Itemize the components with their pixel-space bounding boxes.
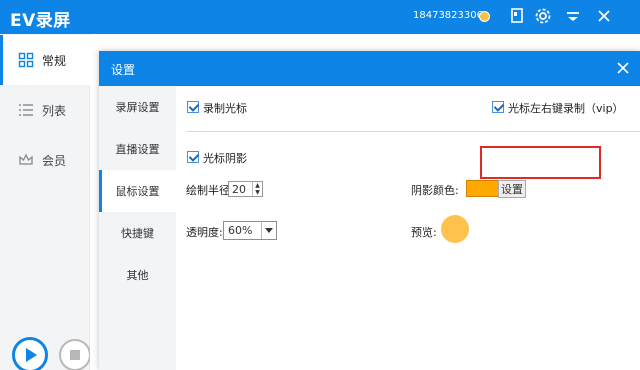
sidebar-item-label: 常规: [42, 53, 67, 68]
record-play-button[interactable]: [12, 337, 48, 370]
preview-label: 预览:: [411, 226, 437, 239]
record-clicks-checkbox[interactable]: [492, 101, 504, 113]
tab-record-settings[interactable]: 录屏设置: [99, 86, 176, 128]
dialog-header: 设置: [99, 51, 640, 86]
highlight-box: [480, 146, 601, 179]
dialog-close-icon[interactable]: [614, 59, 632, 77]
opacity-label: 透明度:: [186, 226, 223, 239]
dialog-title: 设置: [111, 63, 136, 77]
coin-icon[interactable]: [479, 11, 490, 22]
play-icon: [26, 348, 37, 362]
close-icon[interactable]: [592, 4, 616, 28]
sidebar: 常规 列表 会员: [0, 34, 90, 370]
sidebar-item-list[interactable]: 列表: [0, 85, 90, 135]
record-stop-button[interactable]: [59, 339, 91, 370]
app-title: EV录屏: [10, 11, 71, 31]
stepper-arrows[interactable]: ▲ ▼: [252, 182, 262, 196]
cursor-shadow-checkbox[interactable]: [187, 151, 199, 163]
sidebar-item-label: 列表: [42, 103, 67, 118]
radius-label: 绘制半径:: [186, 184, 234, 197]
radius-value: 20: [232, 183, 246, 196]
sidebar-item-general[interactable]: 常规: [0, 35, 90, 85]
chevron-down-icon[interactable]: [261, 222, 276, 239]
cursor-preview: [441, 215, 469, 243]
sidebar-item-vip[interactable]: 会员: [0, 135, 90, 185]
tab-hotkeys[interactable]: 快捷键: [99, 212, 176, 254]
record-clicks-label: 光标左右键录制（vip）: [508, 102, 624, 115]
record-cursor-checkbox[interactable]: [187, 101, 199, 113]
shadow-color-label: 阴影颜色:: [411, 184, 459, 197]
sidebar-item-label: 会员: [42, 153, 67, 168]
minimize-icon[interactable]: [561, 4, 585, 28]
settings-dialog: 设置 录屏设置 直播设置 鼠标设置 快捷键 其他 录制光标 光标左右键录制（vi…: [99, 51, 640, 370]
cursor-shadow-label: 光标阴影: [203, 152, 247, 165]
grid-icon: [18, 52, 34, 68]
settings-icon[interactable]: [531, 4, 555, 28]
list-icon: [18, 102, 34, 118]
tab-mouse-settings[interactable]: 鼠标设置: [99, 170, 176, 212]
mouse-settings-panel: 录制光标 光标左右键录制（vip） 光标阴影 绘制半径: 20 ▲ ▼ 阴影颜色:…: [176, 86, 640, 370]
tab-other[interactable]: 其他: [99, 254, 176, 296]
opacity-value: 60%: [228, 224, 253, 237]
document-icon[interactable]: [505, 4, 529, 28]
divider: [186, 131, 640, 132]
radius-stepper[interactable]: 20 ▲ ▼: [228, 181, 263, 197]
settings-tabs: 录屏设置 直播设置 鼠标设置 快捷键 其他: [99, 86, 176, 370]
record-cursor-label: 录制光标: [203, 102, 247, 115]
user-phone[interactable]: 18473823306: [413, 10, 483, 21]
tab-live-settings[interactable]: 直播设置: [99, 128, 176, 170]
title-bar: EV录屏 18473823306: [0, 0, 640, 34]
stop-icon: [70, 350, 80, 360]
opacity-select[interactable]: 60%: [223, 221, 277, 240]
crown-icon: [18, 152, 34, 168]
shadow-color-set-button[interactable]: 设置: [498, 180, 526, 198]
